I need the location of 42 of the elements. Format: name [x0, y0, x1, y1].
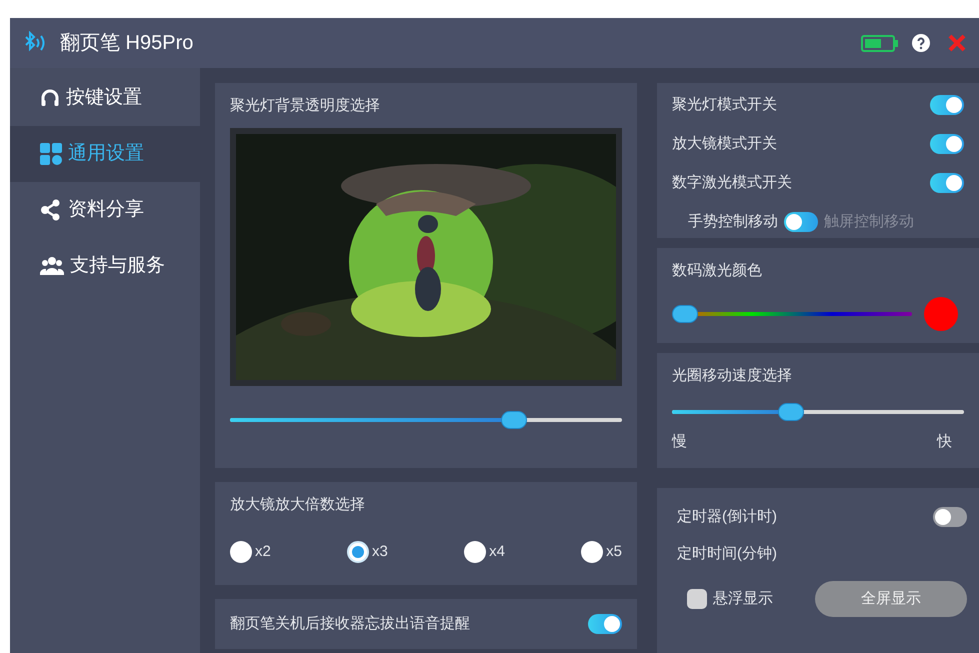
radio-button[interactable] [464, 540, 486, 563]
slider[interactable] [672, 402, 964, 420]
slow-label: 慢 [672, 432, 687, 452]
checkbox-label: 悬浮显示 [713, 588, 773, 609]
radio-label: x5 [606, 542, 622, 562]
mode-label: 触屏控制移动 [824, 212, 914, 232]
sidebar-item[interactable]: 通用设置 [10, 126, 200, 182]
checkbox[interactable] [687, 589, 707, 609]
battery-icon [861, 34, 895, 52]
headset-icon [40, 88, 60, 108]
toggle-switch[interactable] [933, 507, 967, 528]
toggle-switch[interactable] [930, 95, 964, 115]
setting-label: 定时器(倒计时) [677, 507, 777, 527]
toggle-switch[interactable] [588, 614, 622, 634]
grid-icon [40, 143, 62, 165]
help-icon[interactable] [911, 33, 931, 53]
panel-title: 数码激光颜色 [672, 261, 763, 281]
toggle-switch[interactable] [930, 134, 964, 154]
hue-slider[interactable] [672, 304, 912, 322]
toggle-switch[interactable] [930, 173, 964, 193]
panel-title: 放大镜放大倍数选择 [230, 495, 366, 515]
radio-label: x4 [489, 542, 505, 562]
color-swatch[interactable] [924, 296, 958, 330]
radio-label: x2 [255, 542, 271, 562]
mode-switch[interactable] [784, 212, 818, 232]
mode-label: 手势控制移动 [688, 212, 778, 232]
share-icon [40, 199, 62, 221]
panel-title: 聚光灯背景透明度选择 [230, 96, 381, 116]
window-title: 翻页笔 H95Pro [60, 31, 194, 56]
people-icon [40, 256, 64, 276]
setting-label: 数字激光模式开关 [672, 172, 792, 193]
radio-button[interactable] [581, 540, 604, 563]
setting-label: 翻页笔关机后接收器忘拔出语音提醒 [230, 614, 470, 634]
setting-label: 放大镜模式开关 [672, 134, 777, 154]
radio-button[interactable] [230, 540, 252, 563]
slider[interactable] [230, 410, 622, 428]
fast-label: 快 [937, 432, 952, 452]
radio-label: x3 [372, 542, 388, 562]
setting-label: 聚光灯模式开关 [672, 94, 777, 115]
panel-title: 光圈移动速度选择 [672, 366, 793, 386]
setting-label: 定时时间(分钟) [677, 544, 778, 564]
radio-button[interactable] [347, 540, 370, 563]
